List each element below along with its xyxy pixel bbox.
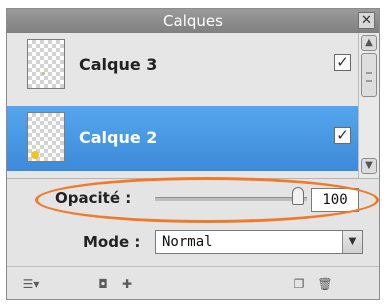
chevron-down-icon[interactable]: ▼ xyxy=(342,231,362,253)
mode-select[interactable]: Normal ▼ xyxy=(155,230,363,254)
layers-list: Calque 3 ✓ Calque 2 ✓ xyxy=(7,33,359,178)
bottom-toolbar: ☰▾ ◘ ✚ ❐ 🗑 xyxy=(7,266,379,299)
panel-titlebar: Calques ✕ xyxy=(7,9,379,33)
layers-scrollbar[interactable]: ▲ ▼ xyxy=(358,33,379,178)
layer-row-calque-3[interactable]: Calque 3 ✓ xyxy=(7,33,359,98)
layer-name: Calque 2 xyxy=(79,128,158,147)
duplicate-layer-icon[interactable]: ❐ xyxy=(291,276,307,292)
close-button[interactable]: ✕ xyxy=(358,12,375,29)
opacity-label: Opacité : xyxy=(55,189,132,207)
layer-mask-icon[interactable]: ◘ xyxy=(95,276,111,292)
mode-label: Mode : xyxy=(83,233,141,251)
layer-visibility-checkbox[interactable]: ✓ xyxy=(334,54,351,71)
scroll-down-icon[interactable]: ▼ xyxy=(361,158,377,174)
layer-name: Calque 3 xyxy=(79,55,158,74)
layers-panel: Calques ✕ Calque 3 ✓ Calque 2 ✓ ▲ ▼ Opac… xyxy=(6,8,380,300)
opacity-slider-track[interactable] xyxy=(155,197,307,201)
panel-title: Calques xyxy=(163,12,223,30)
layer-visibility-checkbox[interactable]: ✓ xyxy=(334,127,351,144)
layer-row-calque-2[interactable]: Calque 2 ✓ xyxy=(7,106,359,171)
layer-thumbnail xyxy=(27,39,65,89)
opacity-input[interactable]: 100 xyxy=(311,188,359,212)
divider xyxy=(7,178,379,179)
opacity-slider-handle[interactable] xyxy=(292,187,304,205)
mode-value: Normal xyxy=(162,234,213,250)
layer-menu-icon[interactable]: ☰▾ xyxy=(19,276,43,292)
scrollbar-thumb[interactable] xyxy=(361,53,377,97)
trash-icon[interactable]: 🗑 xyxy=(317,276,333,292)
scroll-up-icon[interactable]: ▲ xyxy=(361,35,377,51)
add-layer-icon[interactable]: ✚ xyxy=(119,276,135,292)
layer-thumbnail xyxy=(27,112,65,162)
